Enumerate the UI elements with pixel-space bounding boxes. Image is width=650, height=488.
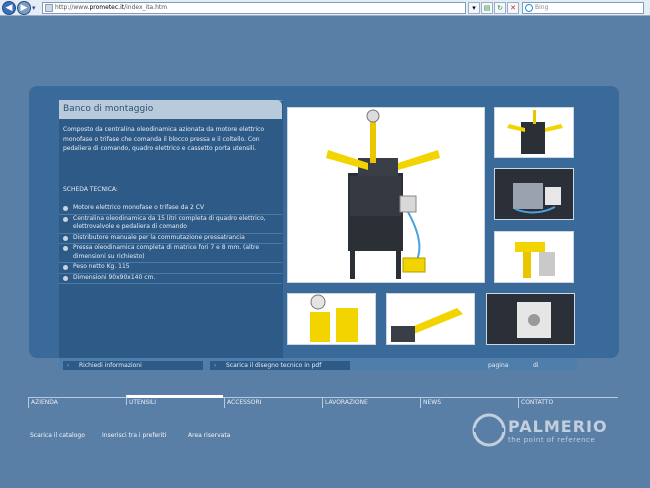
brand-logo[interactable]: PALMERIO the point of reference bbox=[472, 413, 622, 449]
hydraulic-unit-thumb bbox=[513, 183, 561, 214]
brand-tagline: the point of reference bbox=[508, 436, 596, 444]
address-bar[interactable]: http://www.prometec.it/index_ita.htm bbox=[42, 2, 466, 14]
request-info-button[interactable]: › Richiedi informazioni bbox=[63, 361, 203, 370]
control-box-thumb bbox=[517, 302, 551, 338]
spec-text: Centralina oleodinamica da 15 litri comp… bbox=[73, 214, 266, 231]
address-dropdown-icon[interactable]: ▾ bbox=[468, 2, 480, 14]
gauge-cylinder-thumb bbox=[310, 294, 358, 342]
menu-item-accessori[interactable]: ACCESSORI bbox=[224, 398, 321, 408]
spec-item: Peso netto Kg. 115 bbox=[59, 263, 282, 274]
spec-text: Motore elettrico monofase o trifase da 2… bbox=[73, 204, 205, 211]
url-path: /index_ita.htm bbox=[124, 4, 168, 11]
spec-text: Distributore manuale per la commutazione… bbox=[73, 233, 245, 241]
history-dropdown-icon[interactable]: ▾ bbox=[32, 4, 36, 12]
forward-button[interactable]: ▶ bbox=[17, 1, 31, 15]
thumbnail-5[interactable] bbox=[386, 293, 475, 345]
spec-text: Dimensioni 90x90x140 cm. bbox=[73, 273, 156, 281]
bench-front-thumb bbox=[507, 110, 563, 154]
search-placeholder: Bing bbox=[535, 4, 549, 11]
main-product-image[interactable] bbox=[287, 107, 485, 283]
page-favicon-icon bbox=[45, 4, 53, 12]
tech-sheet-heading: SCHEDA TECNICA: bbox=[63, 186, 118, 193]
thumbnail-1[interactable] bbox=[494, 107, 574, 158]
arrow-right-icon: › bbox=[67, 362, 70, 369]
add-favorites-link[interactable]: Inserisci tra i preferiti bbox=[102, 432, 166, 439]
request-info-label: Richiedi informazioni bbox=[79, 362, 142, 369]
brand-name: PALMERIO bbox=[508, 417, 608, 436]
spec-text: Pressa oleodinamica completa di matrice … bbox=[73, 244, 260, 260]
thumbnail-3[interactable] bbox=[494, 231, 574, 283]
bullet-icon bbox=[63, 235, 68, 241]
compatibility-icon[interactable]: ▤ bbox=[481, 2, 493, 14]
search-input[interactable]: Bing bbox=[522, 2, 644, 14]
bullet-icon bbox=[63, 206, 68, 211]
bullet-icon bbox=[63, 216, 68, 222]
thumbnail-2[interactable] bbox=[494, 168, 574, 220]
back-button[interactable]: ◀ bbox=[2, 1, 16, 15]
url-prefix: http://www. bbox=[55, 4, 90, 11]
spec-list: Motore elettrico monofase o trifase da 2… bbox=[59, 204, 282, 284]
press-detail-thumb bbox=[515, 242, 555, 278]
menu-item-lavorazione[interactable]: LAVORAZIONE bbox=[322, 398, 419, 408]
spec-item: Motore elettrico monofase o trifase da 2… bbox=[59, 204, 282, 215]
bench-arm-thumb bbox=[391, 308, 463, 342]
spec-item: Dimensioni 90x90x140 cm. bbox=[59, 273, 282, 284]
bullet-icon bbox=[63, 265, 68, 270]
spec-item: Centralina oleodinamica da 15 litri comp… bbox=[59, 215, 282, 234]
download-pdf-label: Scarica il disegno tecnico in pdf bbox=[226, 362, 322, 369]
stop-icon[interactable]: ✕ bbox=[507, 2, 519, 14]
bullet-icon bbox=[63, 275, 68, 281]
menu-item-azienda[interactable]: AZIENDA bbox=[28, 398, 125, 408]
refresh-icon[interactable]: ↻ bbox=[494, 2, 506, 14]
download-catalog-link[interactable]: Scarica il catalogo bbox=[30, 432, 85, 439]
arrow-right-icon: › bbox=[214, 362, 217, 369]
palmerio-logo-icon bbox=[472, 413, 506, 447]
reserved-area-link[interactable]: Area riservata bbox=[188, 432, 230, 439]
product-title: Banco di montaggio bbox=[59, 100, 282, 119]
page-label: pagina bbox=[488, 362, 509, 369]
assembly-bench-illustration bbox=[326, 109, 440, 279]
download-pdf-button[interactable]: › Scarica il disegno tecnico in pdf bbox=[210, 361, 350, 370]
menu-item-utensili[interactable]: UTENSILI bbox=[126, 395, 223, 406]
thumbnail-4[interactable] bbox=[287, 293, 376, 345]
bing-icon bbox=[525, 4, 533, 12]
product-description: Composto da centralina oleodinamica azio… bbox=[63, 126, 264, 152]
menu-item-contatto[interactable]: CONTATTO bbox=[518, 398, 615, 408]
spec-item: Pressa oleodinamica completa di matrice … bbox=[59, 244, 282, 263]
page-of-label: di bbox=[533, 362, 539, 369]
spec-item: Distributore manuale per la commutazione… bbox=[59, 233, 282, 244]
spec-text: Peso netto Kg. 115 bbox=[73, 263, 130, 270]
menu-item-news[interactable]: NEWS bbox=[420, 398, 517, 408]
thumbnail-6[interactable] bbox=[486, 293, 575, 345]
url-domain: prometec.it bbox=[89, 4, 125, 11]
browser-toolbar: ◀ ▶ ▾ http://www.prometec.it/index_ita.h… bbox=[0, 0, 650, 16]
bullet-icon bbox=[63, 246, 68, 251]
